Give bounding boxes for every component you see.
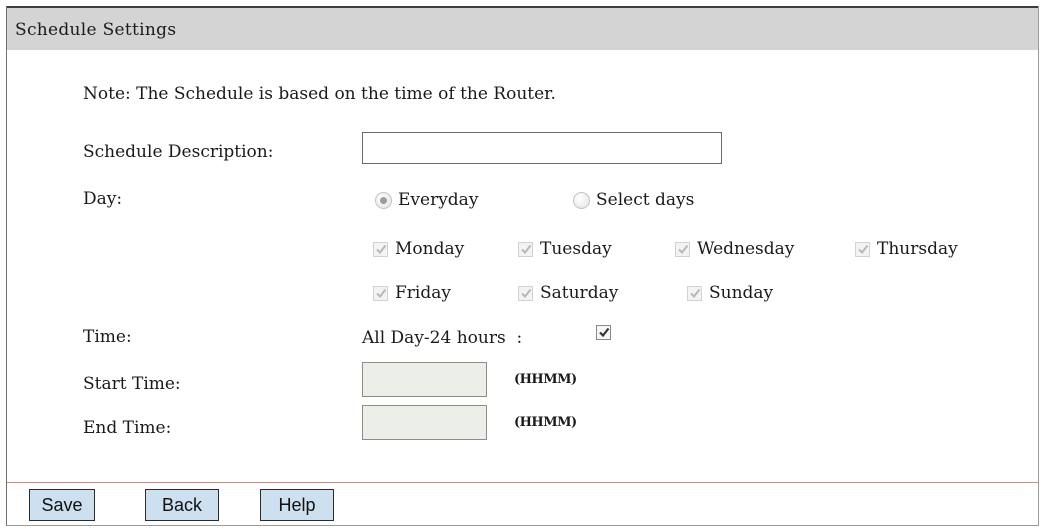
check-icon [690,288,701,298]
check-icon [376,288,387,298]
all-day-checkbox[interactable] [596,325,611,340]
checkbox-thursday-box[interactable] [855,241,870,257]
radio-select-days[interactable]: Select days [573,190,694,210]
checkbox-tuesday-box[interactable] [518,241,533,257]
checkbox-monday-box[interactable] [373,241,388,257]
checkbox-monday-label: Monday [395,239,465,259]
checkbox-wednesday-label: Wednesday [697,239,795,259]
start-time-format-hint: (HHMM) [514,372,577,387]
check-icon [678,244,689,254]
schedule-description-input[interactable] [362,132,722,164]
radio-everyday-dot[interactable] [375,191,392,209]
radio-select-days-dot[interactable] [573,191,590,209]
checkbox-saturday-box[interactable] [518,285,533,301]
checkbox-sunday[interactable]: Sunday [687,283,773,303]
checkbox-wednesday-box[interactable] [675,241,690,257]
schedule-description-label: Schedule Description: [83,142,274,162]
schedule-note: Note: The Schedule is based on the time … [83,84,556,104]
checkbox-monday[interactable]: Monday [373,239,464,259]
checkbox-friday[interactable]: Friday [373,283,451,303]
checkbox-thursday[interactable]: Thursday [855,239,958,259]
check-icon [599,327,610,338]
checkbox-tuesday[interactable]: Tuesday [518,239,612,259]
end-time-label: End Time: [83,418,172,438]
checkbox-friday-box[interactable] [373,285,388,301]
footer-divider [7,482,1038,483]
checkbox-sunday-box[interactable] [687,285,702,301]
radio-everyday[interactable]: Everyday [375,190,478,210]
page-title: Schedule Settings [15,20,177,40]
checkbox-thursday-label: Thursday [877,239,958,259]
checkbox-sunday-label: Sunday [709,283,774,303]
check-icon [376,244,387,254]
checkbox-saturday[interactable]: Saturday [518,283,618,303]
back-button[interactable]: Back [145,489,219,521]
start-time-input[interactable] [362,362,487,397]
check-icon [521,288,532,298]
all-day-label: All Day-24 hours : [362,328,523,348]
end-time-input[interactable] [362,405,487,440]
checkbox-wednesday[interactable]: Wednesday [675,239,794,259]
help-button[interactable]: Help [260,489,334,521]
save-button[interactable]: Save [29,489,95,521]
radio-select-days-label: Select days [596,190,695,210]
check-icon [521,244,532,254]
checkbox-saturday-label: Saturday [540,283,619,303]
day-label: Day: [83,189,123,209]
radio-everyday-label: Everyday [398,190,479,210]
time-label: Time: [83,327,132,347]
checkbox-tuesday-label: Tuesday [540,239,612,259]
checkbox-friday-label: Friday [395,283,451,303]
panel-header: Schedule Settings [7,6,1038,50]
check-icon [858,244,869,254]
end-time-format-hint: (HHMM) [514,415,577,430]
schedule-settings-panel: Schedule Settings Note: The Schedule is … [6,6,1039,526]
start-time-label: Start Time: [83,374,181,394]
